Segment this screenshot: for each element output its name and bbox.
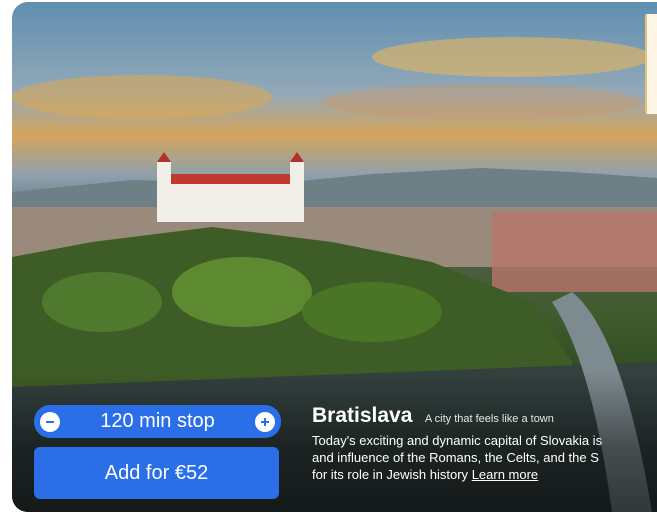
city-name: Bratislava	[312, 404, 413, 427]
stop-duration-label: 120 min stop	[100, 410, 215, 432]
city-description: Today's exciting and dynamic capital of …	[312, 432, 657, 483]
description-line: and influence of the Romans, the Celts, …	[312, 450, 599, 465]
minus-icon	[46, 420, 54, 423]
description-line: for its role in Jewish history Learn mor…	[312, 466, 657, 483]
decrease-button[interactable]	[40, 411, 60, 432]
description-line: Today's exciting and dynamic capital of …	[312, 433, 603, 448]
increase-button[interactable]	[254, 411, 275, 432]
destination-card: 120 min stop Add for €52 Bratislava A ci…	[12, 2, 657, 512]
destination-info: Bratislava A city that feels like a town…	[312, 404, 657, 483]
description-text: for its role in Jewish history	[312, 467, 469, 482]
add-stop-button[interactable]: Add for €52	[34, 447, 279, 499]
add-stop-label: Add for €52	[104, 461, 209, 484]
city-tagline: A city that feels like a town	[424, 413, 554, 425]
stop-duration-stepper: 120 min stop	[34, 405, 281, 438]
plus-icon	[260, 417, 269, 426]
learn-more-link[interactable]: Learn more	[472, 467, 538, 482]
next-card-peek	[645, 14, 657, 114]
